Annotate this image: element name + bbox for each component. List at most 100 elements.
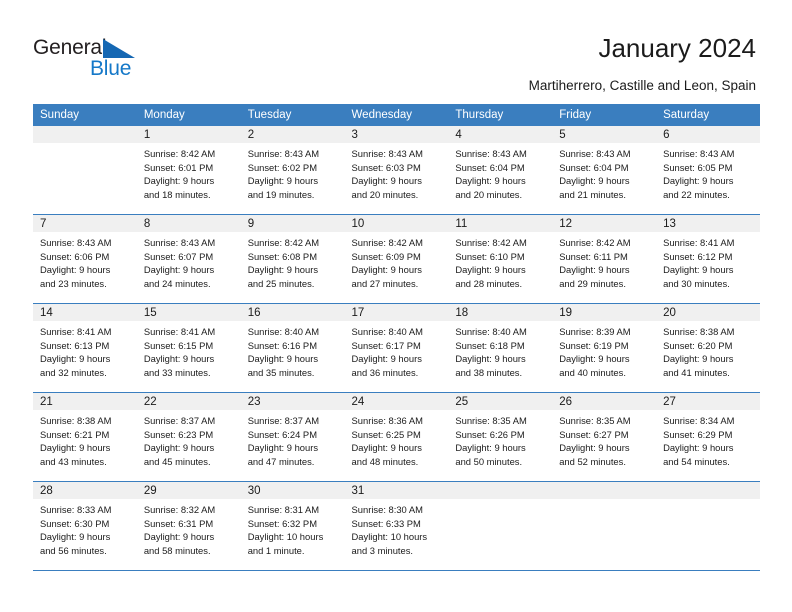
day-cell-inner: 26 Sunrise: 8:35 AM Sunset: 6:27 PM Dayligh…	[552, 393, 657, 481]
sunset-time: Sunset: 6:03 PM	[351, 161, 421, 173]
calendar-day-cell[interactable]: 23 Sunrise: 8:37 AM Sunset: 6:24 PM Dayligh…	[240, 392, 345, 482]
sunset-time: Sunset: 6:19 PM	[559, 339, 629, 351]
day-cell-inner: 14 Sunrise: 8:41 AM Sunset: 6:13 PM Dayligh…	[33, 304, 137, 392]
sunrise-time: Sunrise: 8:40 AM	[455, 326, 527, 337]
sunrise-time: Sunrise: 8:37 AM	[143, 415, 216, 426]
calendar-day-cell-empty	[552, 481, 657, 571]
calendar-day-cell[interactable]: 22 Sunrise: 8:37 AM Sunset: 6:23 PM Dayligh…	[136, 392, 241, 482]
calendar-page: General Blue January 2024 Martiherrero, …	[0, 0, 792, 612]
calendar-day-cell[interactable]: 7 Sunrise: 8:43 AM Sunset: 6:06 PM Daylight…	[33, 214, 137, 304]
day-number: 13	[656, 215, 760, 232]
daylight-line-2: and 20 minutes.	[351, 188, 419, 200]
calendar-day-cell[interactable]: 31 Sunrise: 8:30 AM Sunset: 6:33 PM Dayligh…	[344, 481, 449, 571]
calendar-day-cell[interactable]: 8 Sunrise: 8:43 AM Sunset: 6:07 PM Daylight…	[136, 214, 241, 304]
calendar-day-cell[interactable]: 15 Sunrise: 8:41 AM Sunset: 6:15 PM Dayligh…	[136, 303, 241, 393]
calendar-day-cell-empty	[656, 481, 760, 571]
sunrise-time: Sunrise: 8:43 AM	[247, 148, 320, 159]
daylight-line-1: Daylight: 9 hours	[247, 264, 319, 275]
sunrise-time: Sunrise: 8:43 AM	[559, 148, 631, 159]
calendar-day-cell[interactable]: 21 Sunrise: 8:38 AM Sunset: 6:21 PM Dayligh…	[33, 392, 137, 482]
calendar-day-cell[interactable]: 28 Sunrise: 8:33 AM Sunset: 6:30 PM Dayligh…	[33, 481, 137, 571]
day-number: 21	[33, 393, 137, 410]
daylight-line-2: and 33 minutes.	[143, 366, 211, 378]
sunset-time: Sunset: 6:04 PM	[559, 161, 629, 173]
calendar-day-cell[interactable]: 12 Sunrise: 8:42 AM Sunset: 6:11 PM Dayligh…	[552, 214, 657, 304]
sunset-time: Sunset: 6:25 PM	[351, 428, 421, 440]
day-cell-inner	[448, 482, 553, 570]
calendar-day-cell[interactable]: 17 Sunrise: 8:40 AM Sunset: 6:17 PM Dayligh…	[344, 303, 449, 393]
daylight-line-1: Daylight: 9 hours	[455, 264, 526, 275]
daylight-line-2: and 28 minutes.	[455, 277, 523, 289]
calendar-day-cell[interactable]: 2 Sunrise: 8:43 AM Sunset: 6:02 PM Daylight…	[240, 126, 345, 215]
sunrise-time: Sunrise: 8:43 AM	[455, 148, 527, 159]
sunrise-time: Sunrise: 8:33 AM	[40, 504, 112, 515]
daylight-line-1: Daylight: 9 hours	[143, 531, 215, 542]
day-number: 17	[344, 304, 449, 321]
day-number: 9	[240, 215, 345, 232]
calendar-day-cell[interactable]: 16 Sunrise: 8:40 AM Sunset: 6:16 PM Dayligh…	[240, 303, 345, 393]
sunset-time: Sunset: 6:32 PM	[247, 517, 317, 529]
general-blue-logo[interactable]: General Blue	[33, 36, 163, 84]
daylight-line-2: and 30 minutes.	[663, 277, 730, 289]
daylight-line-2: and 45 minutes.	[143, 455, 211, 467]
daylight-line-2: and 58 minutes.	[143, 544, 211, 556]
calendar-day-cell[interactable]: 26 Sunrise: 8:35 AM Sunset: 6:27 PM Dayligh…	[552, 392, 657, 482]
sunset-time: Sunset: 6:05 PM	[663, 161, 733, 173]
daylight-line-2: and 43 minutes.	[40, 455, 107, 467]
calendar-day-cell[interactable]: 5 Sunrise: 8:43 AM Sunset: 6:04 PM Daylight…	[552, 126, 657, 215]
day-number: 24	[344, 393, 449, 410]
sunrise-time: Sunrise: 8:43 AM	[40, 237, 112, 248]
calendar-day-cell[interactable]: 18 Sunrise: 8:40 AM Sunset: 6:18 PM Dayligh…	[448, 303, 553, 393]
day-cell-inner: 9 Sunrise: 8:42 AM Sunset: 6:08 PM Daylight…	[240, 215, 345, 303]
day-cell-inner: 6 Sunrise: 8:43 AM Sunset: 6:05 PM Daylight…	[656, 126, 760, 214]
calendar-week-row: 28 Sunrise: 8:33 AM Sunset: 6:30 PM Dayligh…	[33, 481, 760, 571]
calendar-day-cell[interactable]: 13 Sunrise: 8:41 AM Sunset: 6:12 PM Dayligh…	[656, 214, 760, 304]
calendar-day-cell[interactable]: 11 Sunrise: 8:42 AM Sunset: 6:10 PM Dayligh…	[448, 214, 553, 304]
day-number: 22	[136, 393, 241, 410]
calendar-day-cell[interactable]: 10 Sunrise: 8:42 AM Sunset: 6:09 PM Dayligh…	[344, 214, 449, 304]
calendar-day-cell[interactable]: 25 Sunrise: 8:35 AM Sunset: 6:26 PM Dayligh…	[448, 392, 553, 482]
daylight-line-2: and 27 minutes.	[351, 277, 419, 289]
sunset-time: Sunset: 6:15 PM	[143, 339, 214, 351]
sunset-time: Sunset: 6:17 PM	[351, 339, 421, 351]
day-number: 3	[344, 126, 449, 143]
weekday-header-tuesday: Tuesday	[240, 104, 345, 126]
sunset-time: Sunset: 6:01 PM	[143, 161, 214, 173]
calendar-day-cell[interactable]: 1 Sunrise: 8:42 AM Sunset: 6:01 PM Daylight…	[136, 126, 241, 215]
day-number: 16	[240, 304, 345, 321]
calendar-day-cell[interactable]: 30 Sunrise: 8:31 AM Sunset: 6:32 PM Dayligh…	[240, 481, 345, 571]
day-details: Sunrise: 8:38 AM Sunset: 6:20 PM Daylight:…	[656, 321, 760, 379]
calendar-day-cell[interactable]: 9 Sunrise: 8:42 AM Sunset: 6:08 PM Daylight…	[240, 214, 345, 304]
day-number: 5	[552, 126, 657, 143]
calendar-day-cell[interactable]: 24 Sunrise: 8:36 AM Sunset: 6:25 PM Dayligh…	[344, 392, 449, 482]
calendar-day-cell-empty	[33, 126, 137, 215]
calendar-day-cell[interactable]: 19 Sunrise: 8:39 AM Sunset: 6:19 PM Dayligh…	[552, 303, 657, 393]
sunset-time: Sunset: 6:30 PM	[40, 517, 110, 529]
sunset-time: Sunset: 6:09 PM	[351, 250, 421, 262]
sunset-time: Sunset: 6:06 PM	[40, 250, 110, 262]
day-number	[448, 482, 553, 499]
day-cell-inner: 1 Sunrise: 8:42 AM Sunset: 6:01 PM Daylight…	[136, 126, 241, 214]
day-number: 4	[448, 126, 553, 143]
calendar-day-cell[interactable]: 4 Sunrise: 8:43 AM Sunset: 6:04 PM Daylight…	[448, 126, 553, 215]
day-number: 14	[33, 304, 137, 321]
daylight-line-2: and 22 minutes.	[663, 188, 730, 200]
calendar-day-cell[interactable]: 3 Sunrise: 8:43 AM Sunset: 6:03 PM Daylight…	[344, 126, 449, 215]
day-details: Sunrise: 8:43 AM Sunset: 6:05 PM Daylight:…	[656, 143, 760, 201]
day-number: 1	[136, 126, 241, 143]
daylight-line-1: Daylight: 9 hours	[143, 175, 215, 186]
daylight-line-1: Daylight: 9 hours	[559, 353, 630, 364]
day-cell-inner: 2 Sunrise: 8:43 AM Sunset: 6:02 PM Daylight…	[240, 126, 345, 214]
calendar-day-cell[interactable]: 6 Sunrise: 8:43 AM Sunset: 6:05 PM Daylight…	[656, 126, 760, 215]
calendar-day-cell[interactable]: 20 Sunrise: 8:38 AM Sunset: 6:20 PM Dayligh…	[656, 303, 760, 393]
calendar-day-cell[interactable]: 14 Sunrise: 8:41 AM Sunset: 6:13 PM Dayligh…	[33, 303, 137, 393]
calendar-day-cell[interactable]: 27 Sunrise: 8:34 AM Sunset: 6:29 PM Dayligh…	[656, 392, 760, 482]
calendar-day-cell[interactable]: 29 Sunrise: 8:32 AM Sunset: 6:31 PM Dayligh…	[136, 481, 241, 571]
daylight-line-1: Daylight: 9 hours	[40, 264, 111, 275]
day-cell-inner	[552, 482, 657, 570]
sunrise-time: Sunrise: 8:43 AM	[351, 148, 423, 159]
daylight-line-2: and 24 minutes.	[143, 277, 211, 289]
daylight-line-1: Daylight: 9 hours	[663, 442, 734, 453]
daylight-line-2: and 36 minutes.	[351, 366, 419, 378]
daylight-line-2: and 41 minutes.	[663, 366, 730, 378]
